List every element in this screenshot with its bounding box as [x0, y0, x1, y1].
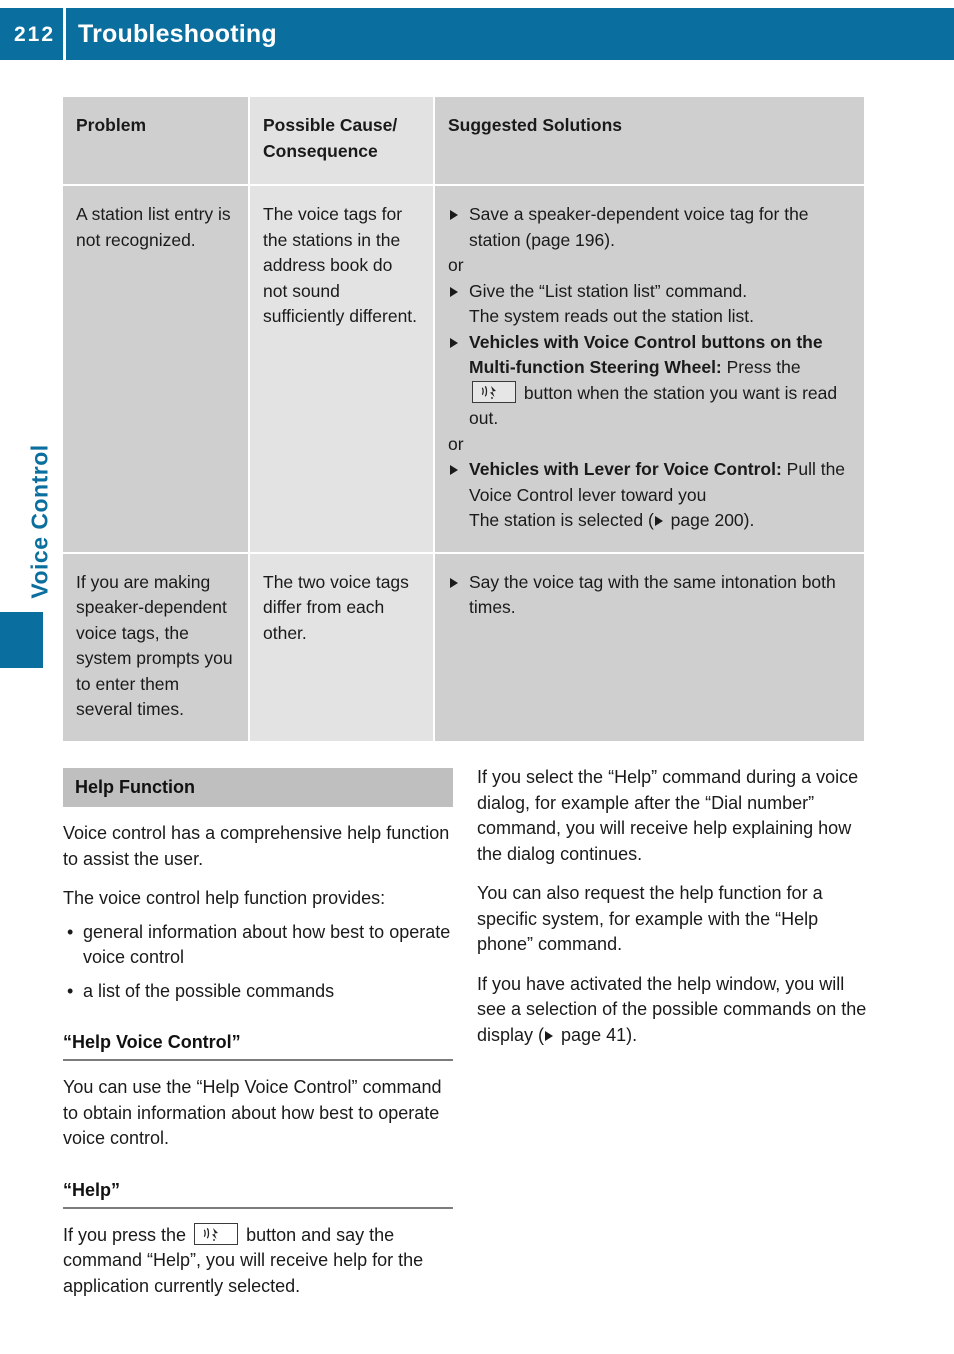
- solution-item: Save a speaker-dependent voice tag for t…: [448, 202, 851, 253]
- chapter-tab-label: Voice Control: [26, 444, 53, 599]
- section-heading-help-function: Help Function: [63, 768, 453, 807]
- solution-item: Vehicles with Voice Control buttons on t…: [448, 330, 851, 432]
- page-reference-triangle-icon: [545, 1030, 554, 1041]
- voice-control-button-icon: [194, 1222, 239, 1245]
- troubleshooting-table: Problem Possible Cause/ Consequence Sugg…: [63, 97, 864, 741]
- solution-item-pageref-post: page 200).: [665, 510, 755, 530]
- page-number: 212: [14, 23, 56, 46]
- solution-item-line2: The system reads out the station list.: [469, 306, 754, 326]
- table-cell-solutions: Save a speaker-dependent voice tag for t…: [433, 186, 864, 552]
- solution-item-pageref-pre: The station is selected (: [469, 510, 654, 530]
- subsection-heading-help-voice-control: “Help Voice Control”: [63, 1030, 453, 1061]
- table-header-solutions: Suggested Solutions: [433, 97, 864, 184]
- list-item: general information about how best to op…: [63, 920, 453, 971]
- table-cell-problem: A station list entry is not recognized.: [63, 186, 248, 552]
- table-row: A station list entry is not recognized. …: [63, 184, 864, 552]
- solution-item: Say the voice tag with the same intonati…: [448, 570, 851, 621]
- page-title: Troubleshooting: [78, 20, 277, 48]
- left-text-column: Help Function Voice control has a compre…: [63, 768, 453, 1299]
- paragraph-with-page-reference: If you have activated the help window, y…: [477, 972, 867, 1049]
- table-header-problem: Problem: [63, 97, 248, 184]
- voice-control-button-icon: [472, 380, 516, 403]
- solution-item-bold-lead: Vehicles with Lever for Voice Control:: [469, 459, 782, 479]
- solution-item-text-post: button when the station you want is read…: [469, 382, 838, 429]
- paragraph-text-pre: If you have activated the help window, y…: [477, 973, 867, 1045]
- subsection-heading-help: “Help”: [63, 1178, 453, 1209]
- paragraph-with-button-icon: If you press the button and say the comm…: [63, 1222, 453, 1300]
- table-cell-cause: The voice tags for the stations in the a…: [248, 186, 433, 552]
- chapter-tab-marker: [0, 612, 43, 668]
- solution-or-separator: or: [448, 433, 464, 454]
- paragraph: The voice control help function provides…: [63, 888, 386, 908]
- page-reference-triangle-icon: [654, 516, 663, 526]
- table-header-cause-line2: Consequence: [263, 140, 378, 161]
- right-text-column: If you select the “Help” command during …: [477, 765, 867, 1048]
- paragraph: You can use the “Help Voice Control” com…: [63, 1077, 442, 1148]
- table-cell-solutions: Say the voice tag with the same intonati…: [433, 553, 864, 741]
- solution-or-separator: or: [448, 255, 464, 275]
- paragraph-text-pre: If you press the: [63, 1224, 192, 1245]
- table-header-row: Problem Possible Cause/ Consequence Sugg…: [63, 97, 864, 184]
- paragraph: If you select the “Help” command during …: [477, 767, 859, 864]
- table-header-cause: Possible Cause/ Consequence: [248, 97, 433, 184]
- table-row: If you are making speaker-dependent voic…: [63, 551, 864, 741]
- solution-item-text-pre: Press the: [721, 357, 801, 377]
- table-header-cause-line1: Possible Cause/: [263, 115, 398, 135]
- paragraph-text-post: page 41).: [556, 1024, 638, 1045]
- header-divider: [63, 8, 66, 60]
- solution-item: Vehicles with Lever for Voice Control: P…: [448, 457, 851, 534]
- paragraph: Voice control has a comprehensive help f…: [63, 823, 450, 869]
- paragraph: You can also request the help function f…: [477, 883, 823, 954]
- solution-item: Give the “List station list” command. Th…: [448, 279, 851, 330]
- table-cell-cause: The two voice tags differ from each othe…: [248, 553, 433, 741]
- table-cell-problem: If you are making speaker-dependent voic…: [63, 553, 248, 741]
- solution-item-line1: Give the “List station list” command.: [469, 280, 748, 301]
- help-function-bullet-list: general information about how best to op…: [63, 920, 453, 1005]
- list-item: a list of the possible commands: [63, 979, 453, 1005]
